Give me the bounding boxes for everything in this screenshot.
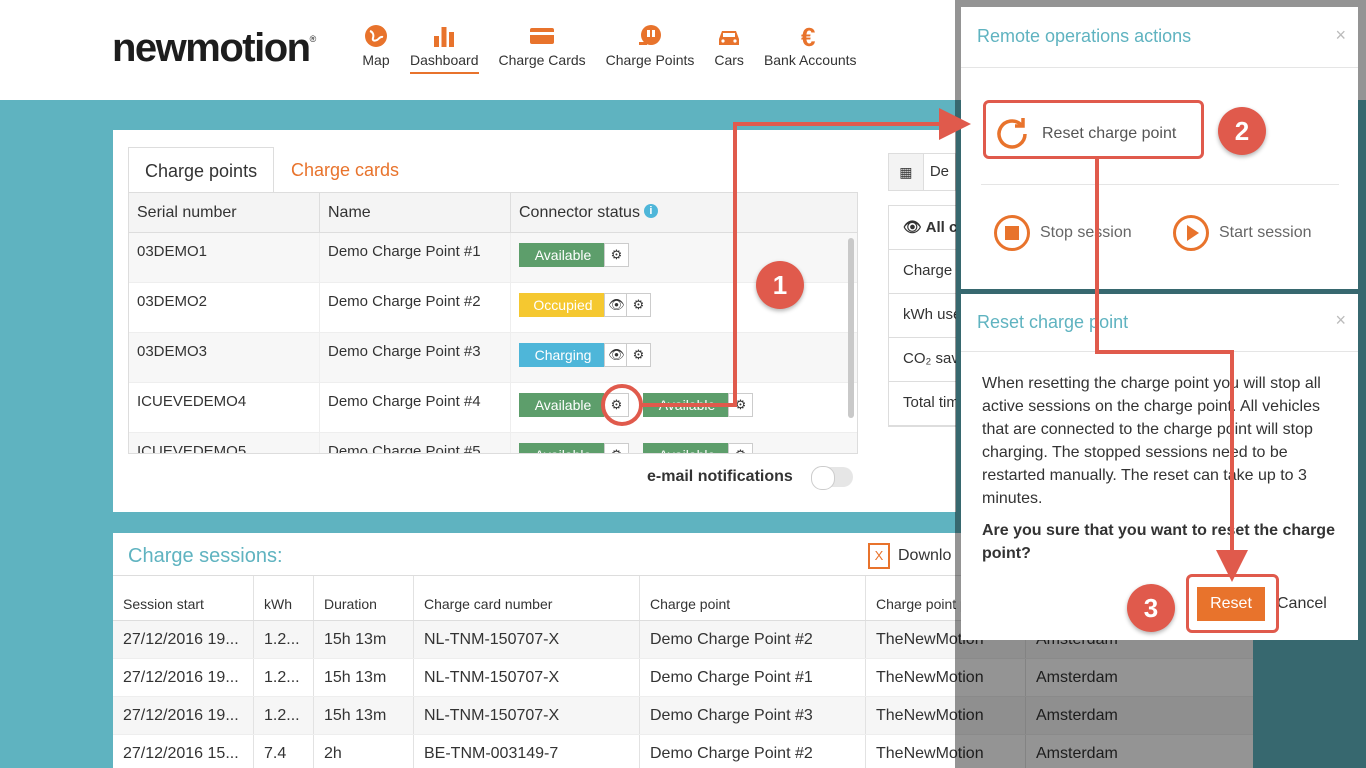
excel-icon: X (868, 543, 890, 569)
gear-icon[interactable]: ⚙ (728, 443, 753, 453)
status-badge: Charging (519, 343, 607, 367)
stats-list: 👁 All c Charge s kWh use CO₂ sav Total t… (888, 205, 956, 427)
modal-title: Remote operations actions (977, 26, 1192, 46)
table-header: Serial number Name Connector status i (129, 193, 857, 233)
nav-charge-cards[interactable]: Charge Cards (499, 22, 586, 74)
modal-title: Reset charge point (977, 312, 1129, 332)
nav-map[interactable]: Map (362, 22, 390, 74)
email-notifications-toggle[interactable] (811, 466, 853, 490)
stats-header: 👁 All c (889, 206, 956, 250)
col-connector-status: Connector status i (511, 193, 857, 232)
euro-icon: € (801, 22, 815, 50)
stat-row: kWh use (889, 294, 956, 338)
divider (961, 351, 1358, 352)
status-badge: Available (643, 393, 731, 417)
play-icon (1173, 215, 1209, 251)
gear-icon[interactable]: ⚙ (604, 393, 629, 417)
step-number-2: 2 (1218, 107, 1266, 155)
table-row[interactable]: 03DEMO2 Demo Charge Point #2 Occupied 👁 ⚙ (129, 283, 857, 333)
download-button[interactable]: X Downlo (868, 543, 951, 569)
tab-charge-cards[interactable]: Charge cards (275, 147, 415, 193)
info-icon[interactable]: i (643, 204, 658, 218)
status-badge: Available (519, 243, 607, 267)
bar-chart-icon (434, 27, 455, 47)
reset-button-highlight-box (1186, 574, 1279, 633)
tab-charge-points[interactable]: Charge points (128, 147, 275, 193)
card-icon (530, 28, 555, 44)
svg-text:€: € (801, 22, 815, 50)
start-session-button[interactable]: Start session (1173, 215, 1311, 251)
table-row[interactable]: 03DEMO3 Demo Charge Point #3 Charging 👁 ⚙ (129, 333, 857, 383)
table-row[interactable]: ICUEVEDEMO5 Demo Charge Point #5 Availab… (129, 433, 857, 453)
status-badge: Available (519, 443, 607, 453)
col-serial-number[interactable]: Serial number (129, 193, 320, 232)
nav-cars[interactable]: Cars (714, 22, 744, 74)
divider (981, 184, 1339, 185)
step-number-3: 3 (1127, 584, 1175, 632)
close-icon[interactable]: × (1335, 25, 1346, 46)
nav-dashboard[interactable]: Dashboard (410, 22, 479, 74)
stat-row: Total tim (889, 382, 956, 426)
gear-icon[interactable]: ⚙ (626, 293, 651, 317)
stat-row: Charge s (889, 250, 956, 294)
calendar-icon: ▦ (889, 154, 924, 190)
gear-icon[interactable]: ⚙ (604, 443, 629, 453)
reset-confirm-question: Are you sure that you want to reset the … (982, 522, 1335, 562)
reset-warning-text: When resetting the charge point you will… (982, 375, 1321, 507)
stop-icon (994, 215, 1030, 251)
stat-row: CO₂ sav (889, 338, 956, 382)
plug-icon (639, 25, 662, 45)
status-badge: Available (519, 393, 607, 417)
charge-points-table: Serial number Name Connector status i 03D… (128, 192, 858, 454)
step-number-1: 1 (756, 261, 804, 309)
charge-sessions-title: Charge sessions: (128, 545, 283, 567)
table-body: 03DEMO1 Demo Charge Point #1 Available ⚙ … (129, 233, 857, 453)
gear-icon[interactable]: ⚙ (728, 393, 753, 417)
close-icon[interactable]: × (1335, 310, 1346, 331)
divider (961, 67, 1358, 68)
globe-icon (365, 25, 387, 47)
scrollbar[interactable] (848, 238, 854, 418)
stop-session-button[interactable]: Stop session (994, 215, 1132, 251)
car-icon (719, 31, 740, 45)
email-notifications-label: e-mail notifications (647, 468, 793, 485)
gear-icon[interactable]: ⚙ (626, 343, 651, 367)
nav-charge-points[interactable]: Charge Points (606, 22, 694, 74)
status-badge: Available (643, 443, 731, 453)
eye-icon: 👁 (903, 219, 926, 236)
nav-bank-accounts[interactable]: € Bank Accounts (764, 22, 857, 74)
newmotion-logo[interactable]: newmotion® (112, 26, 316, 71)
col-name[interactable]: Name (320, 193, 511, 232)
cancel-button[interactable]: Cancel (1277, 587, 1327, 621)
table-row[interactable]: ICUEVEDEMO4 Demo Charge Point #4 Availab… (129, 383, 857, 433)
reset-highlight-box (983, 100, 1204, 159)
table-row[interactable]: 03DEMO1 Demo Charge Point #1 Available ⚙ (129, 233, 857, 283)
status-badge: Occupied (519, 293, 607, 317)
main-nav: Map Dashboard Charge Cards Charge Points… (362, 22, 857, 74)
gear-icon[interactable]: ⚙ (604, 243, 629, 267)
charge-points-card: Charge points Charge cards Serial number… (113, 130, 956, 512)
date-picker[interactable]: ▦ De (888, 153, 956, 191)
